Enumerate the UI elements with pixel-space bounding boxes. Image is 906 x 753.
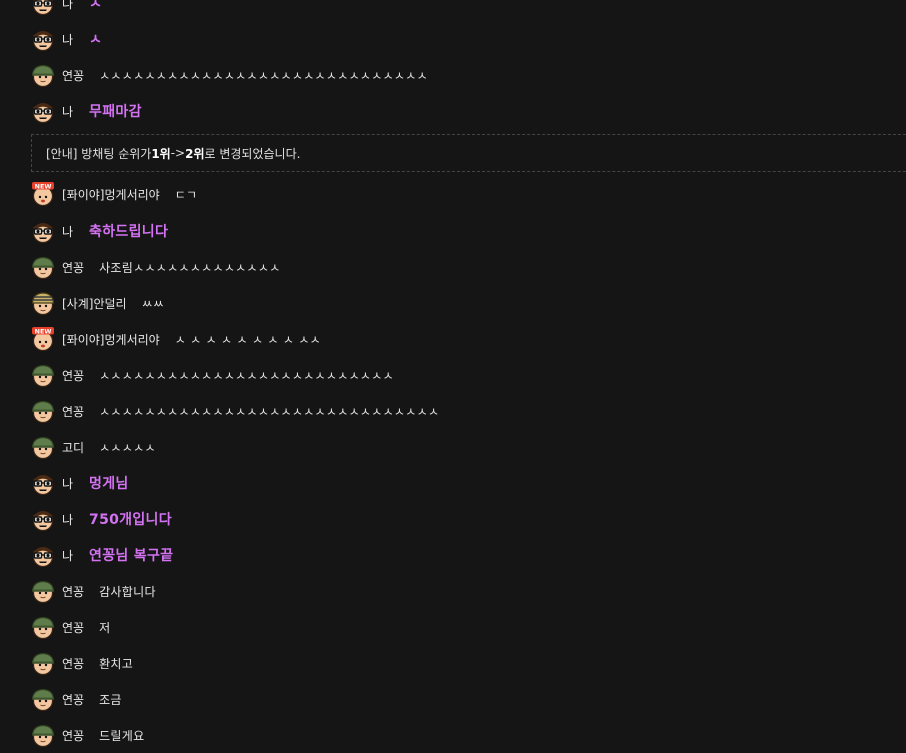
- chat-message: 연꽁 감사합니다: [31, 579, 156, 603]
- sender-name[interactable]: [퐈이야]멍게서리야: [62, 186, 160, 203]
- soldier-helmet-avatar-icon[interactable]: [31, 723, 55, 747]
- message-text: ㄷㄱ: [174, 187, 198, 202]
- chat-message: 연꽁 ㅅㅅㅅㅅㅅㅅㅅㅅㅅㅅㅅㅅㅅㅅㅅㅅㅅㅅㅅㅅㅅㅅㅅㅅㅅㅅ: [31, 363, 394, 387]
- soldier-helmet-avatar-icon[interactable]: [31, 687, 55, 711]
- message-text: 저: [99, 620, 111, 635]
- chat-message: 나 축하드립니다: [31, 219, 168, 243]
- soldier-helmet-avatar-icon[interactable]: [31, 579, 55, 603]
- sender-name[interactable]: 연꽁: [62, 367, 84, 384]
- striped-helmet-avatar-icon[interactable]: [31, 291, 55, 315]
- message-text: ㅅ: [89, 32, 103, 48]
- sender-name[interactable]: 연꽁: [62, 403, 84, 420]
- notice-to-rank: 2위: [185, 146, 205, 161]
- message-text: ㅅㅅㅅㅅㅅ: [99, 440, 156, 455]
- sender-name[interactable]: 연꽁: [62, 619, 84, 636]
- message-text: 사조림ㅅㅅㅅㅅㅅㅅㅅㅅㅅㅅㅅㅅㅅ: [99, 260, 281, 275]
- sender-name[interactable]: 연꽁: [62, 691, 84, 708]
- message-text: 드릴게요: [99, 728, 145, 743]
- sunglasses-avatar-icon[interactable]: [31, 99, 55, 123]
- sender-name[interactable]: 연꽁: [62, 259, 84, 276]
- chat-message: 연꽁 환치고: [31, 651, 133, 675]
- chat-message: 나ㅅ: [31, 0, 102, 15]
- chat-message: 연꽁 드릴게요: [31, 723, 144, 747]
- message-text: 무패마감: [89, 104, 142, 120]
- message-text: 750개입니다: [89, 512, 172, 528]
- sender-name[interactable]: 나: [62, 0, 73, 12]
- message-text: ㅅㅅㅅㅅㅅㅅㅅㅅㅅㅅㅅㅅㅅㅅㅅㅅㅅㅅㅅㅅㅅㅅㅅㅅㅅㅅ: [99, 368, 394, 383]
- rank-notice: [안내] 방채팅 순위가 1위 -> 2위 로 변경되었습니다.: [31, 134, 906, 172]
- notice-from-rank: 1위: [151, 146, 171, 161]
- sender-name[interactable]: 나: [62, 475, 73, 492]
- sender-name[interactable]: 나: [62, 103, 73, 120]
- chat-message: 나 멍게님: [31, 471, 129, 495]
- sunglasses-avatar-icon[interactable]: [31, 507, 55, 531]
- soldier-helmet-avatar-icon[interactable]: [31, 363, 55, 387]
- message-text: ㅅ ㅅ ㅅ ㅅ ㅅ ㅅ ㅅ ㅅ ㅅㅅ: [174, 332, 322, 347]
- chat-message: 연꽁 저: [31, 615, 110, 639]
- message-text: 연꽁님 복구끝: [89, 548, 174, 564]
- chat-message: 나ㅅ: [31, 27, 102, 51]
- notice-suffix: 로 변경되었습니다.: [204, 146, 301, 161]
- soldier-helmet-avatar-icon[interactable]: [31, 63, 55, 87]
- sender-name[interactable]: 연꽁: [62, 583, 84, 600]
- chat-message: NEW [퐈이야]멍게서리야 ㄷㄱ: [31, 182, 197, 206]
- sunglasses-avatar-icon[interactable]: [31, 27, 55, 51]
- message-text: 조금: [99, 692, 122, 707]
- message-text: ㅆㅆ: [141, 296, 165, 311]
- chat-message: 연꽁 ㅅㅅㅅㅅㅅㅅㅅㅅㅅㅅㅅㅅㅅㅅㅅㅅㅅㅅㅅㅅㅅㅅㅅㅅㅅㅅㅅㅅㅅㅅ: [31, 399, 439, 423]
- chat-message: NEW [퐈이야]멍게서리야 ㅅ ㅅ ㅅ ㅅ ㅅ ㅅ ㅅ ㅅ ㅅㅅ: [31, 327, 321, 351]
- chat-message: 나 연꽁님 복구끝: [31, 543, 173, 567]
- sender-name[interactable]: 연꽁: [62, 655, 84, 672]
- svg-text:NEW: NEW: [35, 182, 52, 190]
- sender-name[interactable]: 나: [62, 547, 73, 564]
- soldier-helmet-avatar-icon[interactable]: [31, 255, 55, 279]
- message-text: 감사합니다: [99, 584, 156, 599]
- notice-prefix: [안내] 방채팅 순위가: [46, 146, 152, 161]
- sender-name[interactable]: [퐈이야]멍게서리야: [62, 331, 160, 348]
- chat-message: 나 무패마감: [31, 99, 142, 123]
- message-text: 멍게님: [89, 476, 129, 492]
- soldier-helmet-avatar-icon[interactable]: [31, 615, 55, 639]
- soldier-helmet-avatar-icon[interactable]: [31, 651, 55, 675]
- message-text: ㅅㅅㅅㅅㅅㅅㅅㅅㅅㅅㅅㅅㅅㅅㅅㅅㅅㅅㅅㅅㅅㅅㅅㅅㅅㅅㅅㅅㅅ: [99, 68, 428, 83]
- sender-name[interactable]: [사계]안덜리: [62, 295, 127, 312]
- soldier-helmet-avatar-icon[interactable]: [31, 435, 55, 459]
- message-text: 환치고: [99, 656, 134, 671]
- chat-message: 연꽁 ㅅㅅㅅㅅㅅㅅㅅㅅㅅㅅㅅㅅㅅㅅㅅㅅㅅㅅㅅㅅㅅㅅㅅㅅㅅㅅㅅㅅㅅ: [31, 63, 428, 87]
- chat-message: 고디 ㅅㅅㅅㅅㅅ: [31, 435, 156, 459]
- sunglasses-avatar-icon[interactable]: [31, 0, 55, 15]
- notice-arrow: ->: [170, 146, 186, 160]
- chat-message: [사계]안덜리 ㅆㅆ: [31, 291, 164, 315]
- new-badge-avatar-icon[interactable]: NEW: [31, 327, 55, 351]
- chat-message: 나 750개입니다: [31, 507, 172, 531]
- chat-log: [안내] 방채팅 순위가 1위 -> 2위 로 변경되었습니다. 나ㅅ 나ㅅ 연…: [0, 0, 906, 753]
- chat-message: 연꽁 사조림ㅅㅅㅅㅅㅅㅅㅅㅅㅅㅅㅅㅅㅅ: [31, 255, 281, 279]
- sender-name[interactable]: 나: [62, 31, 73, 48]
- new-badge-avatar-icon[interactable]: NEW: [31, 182, 55, 206]
- sender-name[interactable]: 나: [62, 223, 73, 240]
- sender-name[interactable]: 고디: [62, 439, 84, 456]
- sender-name[interactable]: 연꽁: [62, 67, 84, 84]
- message-text: ㅅㅅㅅㅅㅅㅅㅅㅅㅅㅅㅅㅅㅅㅅㅅㅅㅅㅅㅅㅅㅅㅅㅅㅅㅅㅅㅅㅅㅅㅅ: [99, 404, 440, 419]
- message-text: ㅅ: [89, 0, 103, 12]
- sunglasses-avatar-icon[interactable]: [31, 543, 55, 567]
- sender-name[interactable]: 연꽁: [62, 727, 84, 744]
- chat-message: 연꽁 조금: [31, 687, 122, 711]
- svg-text:NEW: NEW: [35, 327, 52, 335]
- soldier-helmet-avatar-icon[interactable]: [31, 399, 55, 423]
- sunglasses-avatar-icon[interactable]: [31, 471, 55, 495]
- message-text: 축하드립니다: [89, 224, 169, 240]
- sender-name[interactable]: 나: [62, 511, 73, 528]
- sunglasses-avatar-icon[interactable]: [31, 219, 55, 243]
